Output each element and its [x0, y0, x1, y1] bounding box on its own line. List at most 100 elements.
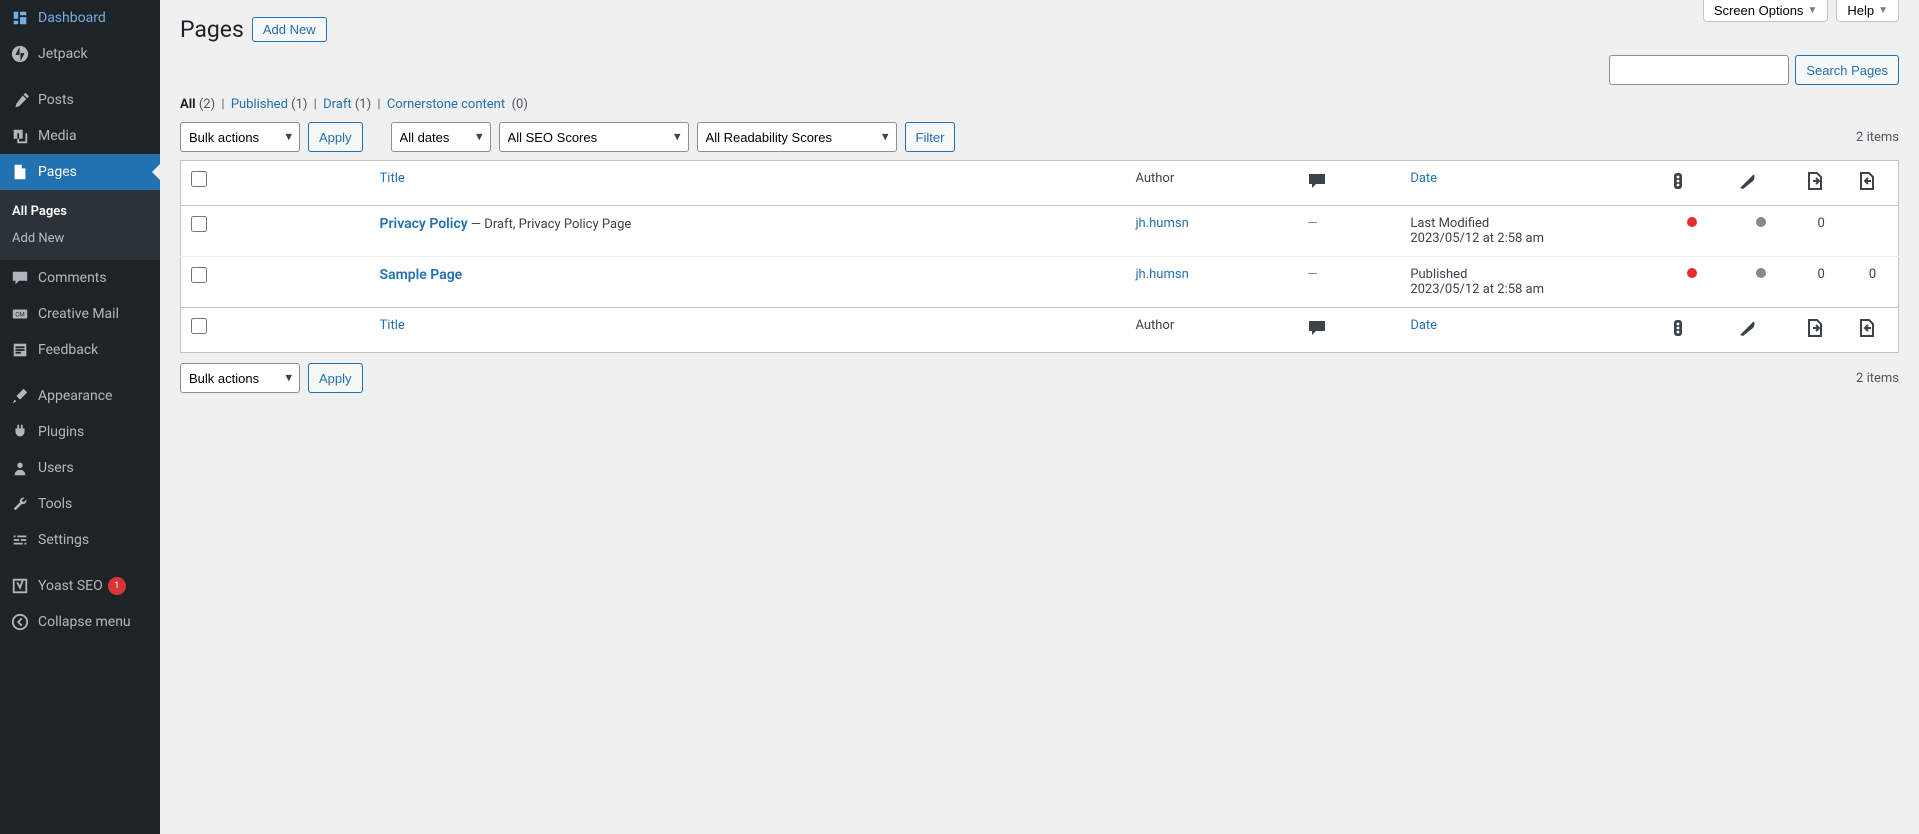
main-content: Screen Options ▼ Help ▼ Pages Add New Se… [160, 0, 1919, 834]
menu-label: Jetpack [38, 46, 88, 62]
date-value: 2023/05/12 at 2:58 am [1410, 231, 1648, 246]
menu-label: Plugins [38, 424, 84, 440]
collapse-icon [10, 612, 30, 632]
menu-jetpack[interactable]: Jetpack [0, 36, 160, 72]
apply-bulk-button[interactable]: Apply [308, 122, 363, 152]
date-status: Last Modified [1410, 216, 1648, 231]
menu-users[interactable]: Users [0, 450, 160, 486]
col-title-foot[interactable]: Title [370, 308, 1126, 353]
menu-tools[interactable]: Tools [0, 486, 160, 522]
jetpack-icon [10, 44, 30, 64]
comments-icon [1307, 171, 1327, 191]
col-date[interactable]: Date [1400, 161, 1658, 206]
links-in-count: 0 [1795, 206, 1847, 257]
update-badge: 1 [108, 577, 126, 595]
page-title-link[interactable]: Sample Page [380, 267, 463, 283]
menu-label: Posts [38, 92, 74, 108]
menu-comments[interactable]: Comments [0, 260, 160, 296]
menu-label: Feedback [38, 342, 98, 358]
creative-mail-icon: CM [10, 304, 30, 324]
col-readability [1727, 161, 1796, 206]
pin-icon [10, 90, 30, 110]
col-author: Author [1125, 161, 1297, 206]
view-cornerstone[interactable]: Cornerstone content [387, 97, 505, 112]
col-seo-score-foot [1658, 308, 1727, 353]
menu-settings[interactable]: Settings [0, 522, 160, 558]
links-in-count: 0 [1795, 257, 1847, 308]
col-comments[interactable] [1297, 161, 1400, 206]
menu-creative-mail[interactable]: CM Creative Mail [0, 296, 160, 332]
screen-options-button[interactable]: Screen Options ▼ [1703, 0, 1829, 22]
submenu-all-pages[interactable]: All Pages [0, 198, 160, 225]
brush-icon [10, 386, 30, 406]
dates-select[interactable]: All dates [391, 122, 491, 152]
page-title-link[interactable]: Privacy Policy [380, 216, 468, 232]
comments-icon [1307, 318, 1327, 338]
screen-options-label: Screen Options [1714, 3, 1804, 18]
menu-label: Media [38, 128, 77, 144]
readability-scores-select[interactable]: All Readability Scores [697, 122, 897, 152]
menu-yoast-seo[interactable]: Yoast SEO 1 [0, 568, 160, 604]
bulk-actions-select[interactable]: Bulk actions [180, 122, 300, 152]
readability-score-dot [1756, 268, 1766, 278]
outgoing-links-icon [1857, 171, 1877, 191]
dashboard-icon [10, 8, 30, 28]
select-all-checkbox[interactable] [191, 171, 207, 187]
col-links-out [1847, 161, 1899, 206]
search-input[interactable] [1609, 55, 1789, 85]
menu-label: Collapse menu [38, 614, 131, 630]
menu-label: Creative Mail [38, 306, 119, 322]
chevron-down-icon: ▼ [1807, 5, 1817, 16]
view-published[interactable]: Published [231, 97, 288, 112]
feather-icon [1737, 318, 1757, 338]
col-links-in [1795, 161, 1847, 206]
menu-plugins[interactable]: Plugins [0, 414, 160, 450]
help-label: Help [1847, 3, 1874, 18]
menu-media[interactable]: Media [0, 118, 160, 154]
menu-collapse[interactable]: Collapse menu [0, 604, 160, 640]
select-all-checkbox-bottom[interactable] [191, 318, 207, 334]
menu-pages-submenu: All Pages Add New [0, 190, 160, 260]
comments-cell: — [1297, 206, 1400, 257]
apply-bulk-button-bottom[interactable]: Apply [308, 363, 363, 393]
comment-icon [10, 268, 30, 288]
col-readability-foot [1727, 308, 1796, 353]
filter-button[interactable]: Filter [905, 122, 956, 152]
menu-pages[interactable]: Pages [0, 154, 160, 190]
links-out-count: 0 [1847, 257, 1899, 308]
incoming-links-icon [1805, 171, 1825, 191]
menu-label: Settings [38, 532, 89, 548]
top-buttons: Screen Options ▼ Help ▼ [1703, 0, 1899, 22]
col-date-foot[interactable]: Date [1400, 308, 1658, 353]
comments-cell: — [1297, 257, 1400, 308]
row-checkbox[interactable] [191, 267, 207, 283]
col-comments-foot[interactable] [1297, 308, 1400, 353]
col-seo-score [1658, 161, 1727, 206]
feedback-icon [10, 340, 30, 360]
seo-scores-select[interactable]: All SEO Scores [499, 122, 689, 152]
menu-label: Users [38, 460, 74, 476]
author-link[interactable]: jh.humsn [1135, 267, 1188, 282]
user-icon [10, 458, 30, 478]
view-draft[interactable]: Draft [323, 97, 352, 112]
bulk-actions-select-bottom[interactable]: Bulk actions [180, 363, 300, 393]
menu-label: Dashboard [38, 10, 106, 26]
submenu-add-new[interactable]: Add New [0, 225, 160, 252]
search-pages-button[interactable]: Search Pages [1795, 55, 1899, 85]
author-link[interactable]: jh.humsn [1135, 216, 1188, 231]
help-button[interactable]: Help ▼ [1836, 0, 1899, 22]
page-state: — Draft, Privacy Policy Page [468, 217, 632, 232]
menu-feedback[interactable]: Feedback [0, 332, 160, 368]
menu-label: Appearance [38, 388, 112, 404]
col-title[interactable]: Title [370, 161, 1126, 206]
menu-label: Yoast SEO [38, 578, 103, 594]
chevron-down-icon: ▼ [1878, 5, 1888, 16]
menu-posts[interactable]: Posts [0, 82, 160, 118]
row-checkbox[interactable] [191, 216, 207, 232]
menu-dashboard[interactable]: Dashboard [0, 0, 160, 36]
menu-appearance[interactable]: Appearance [0, 378, 160, 414]
items-count-top: 2 items [1856, 130, 1899, 145]
media-icon [10, 126, 30, 146]
view-all[interactable]: All [180, 97, 196, 112]
add-new-button[interactable]: Add New [252, 17, 327, 42]
